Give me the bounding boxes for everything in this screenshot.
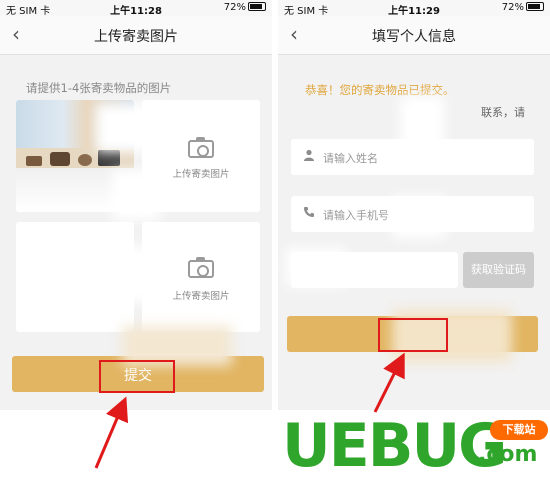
watermark-badge: 下载站 <box>490 420 548 440</box>
arrow-left <box>94 396 129 469</box>
annotation-arrows <box>94 352 405 469</box>
watermark-logo: UEBUG <box>282 411 507 481</box>
arrow-right <box>373 352 405 413</box>
watermark-domain: .com <box>478 442 538 467</box>
